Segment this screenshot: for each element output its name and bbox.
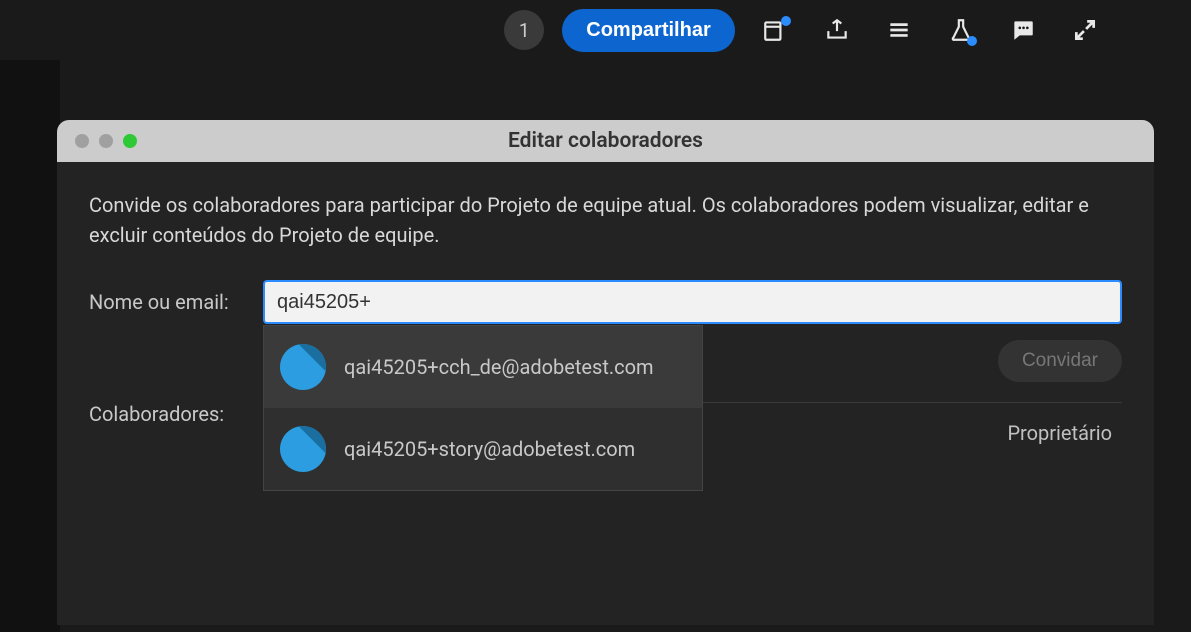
avatar-icon xyxy=(280,344,326,390)
notification-dot-icon xyxy=(967,36,977,46)
notification-badge[interactable]: 1 xyxy=(504,10,544,50)
dialog-description: Convide os colaboradores para participar… xyxy=(89,190,1122,250)
expand-icon[interactable] xyxy=(1063,8,1107,52)
cloud-library-icon[interactable] xyxy=(753,8,797,52)
autocomplete-dropdown: qai45205+cch_de@adobetest.com qai45205+s… xyxy=(263,325,703,491)
top-toolbar: 1 Compartilhar xyxy=(0,0,1191,60)
left-sidebar xyxy=(0,60,60,632)
close-icon[interactable] xyxy=(75,134,89,148)
badge-count: 1 xyxy=(519,19,530,42)
share-button[interactable]: Compartilhar xyxy=(562,9,734,52)
avatar-icon xyxy=(280,426,326,472)
suggestion-item[interactable]: qai45205+story@adobetest.com xyxy=(264,408,702,490)
window-controls xyxy=(75,134,137,148)
name-email-label: Nome ou email: xyxy=(89,290,247,314)
name-email-row: Nome ou email: qai45205+cch_de@adobetest… xyxy=(89,280,1122,324)
dialog-body: Convide os colaboradores para participar… xyxy=(57,162,1154,463)
edit-collaborators-dialog: Editar colaboradores Convide os colabora… xyxy=(57,120,1154,625)
invite-button[interactable]: Convidar xyxy=(998,340,1122,382)
notification-dot-icon xyxy=(781,16,791,26)
suggestion-email: qai45205+cch_de@adobetest.com xyxy=(344,355,654,379)
collaborators-label: Colaboradores: xyxy=(89,402,247,463)
comment-icon[interactable] xyxy=(1001,8,1045,52)
suggestion-item[interactable]: qai45205+cch_de@adobetest.com xyxy=(264,326,702,408)
maximize-icon[interactable] xyxy=(123,134,137,148)
minimize-icon[interactable] xyxy=(99,134,113,148)
suggestion-email: qai45205+story@adobetest.com xyxy=(344,437,635,461)
beaker-icon[interactable] xyxy=(939,8,983,52)
input-wrapper: qai45205+cch_de@adobetest.com qai45205+s… xyxy=(263,280,1122,324)
queue-icon[interactable] xyxy=(877,8,921,52)
collaborator-role: Proprietário xyxy=(1007,421,1122,445)
name-email-input[interactable] xyxy=(263,280,1122,324)
export-icon[interactable] xyxy=(815,8,859,52)
dialog-title: Editar colaboradores xyxy=(508,129,703,153)
dialog-titlebar: Editar colaboradores xyxy=(57,120,1154,162)
